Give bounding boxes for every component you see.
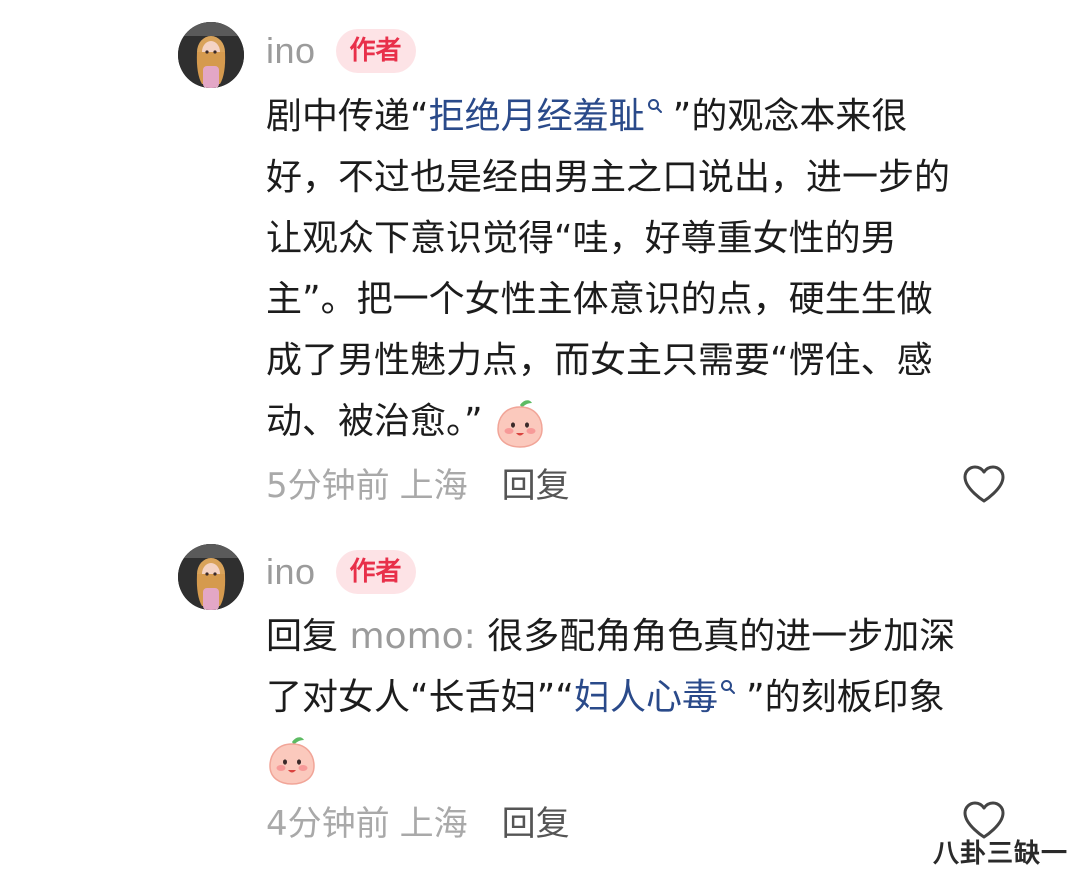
avatar[interactable] <box>178 22 244 88</box>
author-badge: 作者 <box>335 550 416 594</box>
watermark: 八卦三缺一 <box>932 839 1068 869</box>
topic-link[interactable]: 拒绝月经羞耻 <box>429 96 645 137</box>
comment-text: 回复 momo: 很多配角角色真的进一步加深 了对女人“长舌妇”“妇人心毒 ”的刻… <box>266 606 1046 789</box>
text-line: 主”。把一个女性主体意识的点，硬生生做 <box>266 279 933 320</box>
peach-smile-emoji-icon <box>269 737 315 785</box>
avatar-image <box>178 22 244 88</box>
search-icon <box>647 99 662 113</box>
reply-prefix: 回复 <box>266 616 339 657</box>
text-line: 让观众下意识觉得“哇，好尊重女性的男 <box>266 218 897 259</box>
reply-button[interactable]: 回复 <box>502 458 570 507</box>
author-line: ino 作者 <box>266 547 416 597</box>
comment-location: 上海 <box>399 803 468 844</box>
comment-meta: 4分钟前 上海 回复 <box>266 795 570 845</box>
text-segment: 动、被治愈。” <box>266 401 483 442</box>
comment-time: 4分钟前 <box>266 803 390 844</box>
text-segment: 了对女人“长舌妇”“ <box>266 677 574 718</box>
mentioned-user[interactable]: momo: <box>349 616 475 657</box>
search-icon <box>720 680 735 694</box>
author-name[interactable]: ino <box>266 551 316 593</box>
reply-button[interactable]: 回复 <box>502 796 570 845</box>
comment-text: 剧中传递“拒绝月经羞耻 ”的观念本来很 好，不过也是经由男主之口说出，进一步的 让… <box>266 86 1046 452</box>
comment-thread: ino 作者 剧中传递“拒绝月经羞耻 ”的观念本来很 好，不过也是经由男主之口说出… <box>0 0 1080 884</box>
text-segment: 剧中传递“ <box>266 96 429 137</box>
avatar[interactable] <box>178 544 244 610</box>
text-segment: ”的观念本来很 <box>672 96 908 137</box>
author-name[interactable]: ino <box>266 30 316 72</box>
author-badge: 作者 <box>335 29 416 73</box>
peach-smile-emoji-icon <box>497 400 543 448</box>
text-segment: ”的刻板印象 <box>745 677 945 718</box>
text-line: 成了男性魅力点，而女主只需要“愣住、感 <box>266 340 933 381</box>
author-line: ino 作者 <box>266 26 416 76</box>
comment-meta: 5分钟前 上海 回复 <box>266 457 570 507</box>
like-heart-icon[interactable] <box>962 464 1006 504</box>
topic-link[interactable]: 妇人心毒 <box>574 677 718 718</box>
comment-time: 5分钟前 <box>266 465 390 506</box>
text-line: 好，不过也是经由男主之口说出，进一步的 <box>266 157 951 198</box>
avatar-image <box>178 544 244 610</box>
comment-location: 上海 <box>399 465 468 506</box>
text-segment: 很多配角角色真的进一步加深 <box>487 616 956 657</box>
